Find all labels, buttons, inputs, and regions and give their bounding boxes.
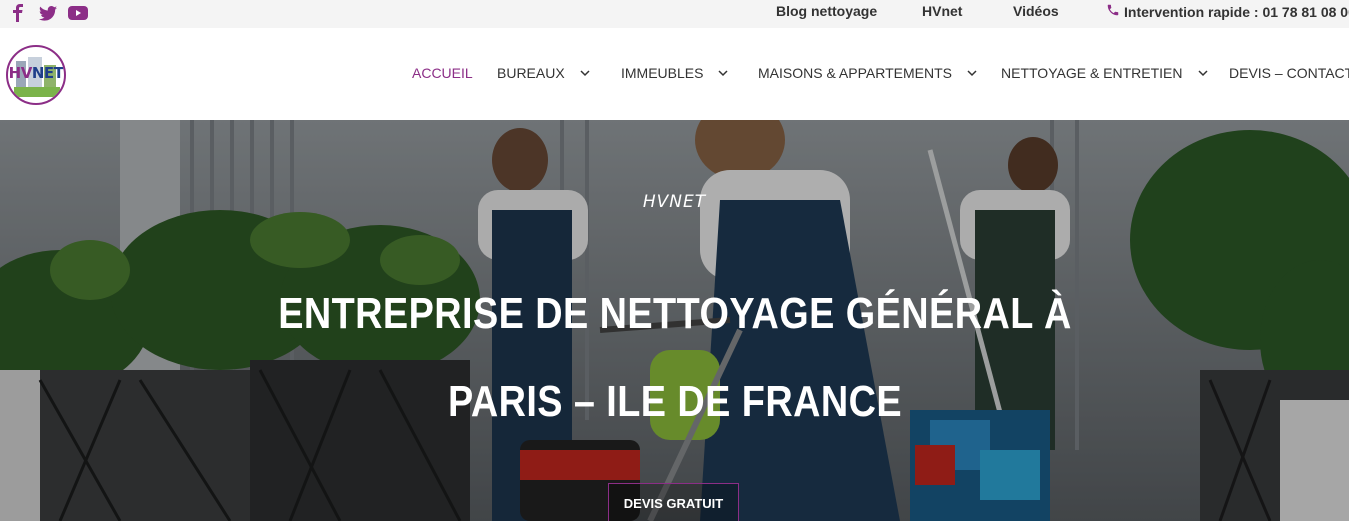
nav-item-label: NETTOYAGE & ENTRETIEN xyxy=(1001,65,1183,81)
nav-item-immeubles[interactable]: IMMEUBLES xyxy=(621,65,729,81)
facebook-icon[interactable] xyxy=(8,3,28,23)
nav-item-label: IMMEUBLES xyxy=(621,65,704,81)
nav-item-nettoyage[interactable]: NETTOYAGE & ENTRETIEN xyxy=(1001,65,1209,81)
hero-eyebrow: HVNET xyxy=(642,192,707,212)
chevron-down-icon xyxy=(580,70,590,77)
logo-text: HVNET xyxy=(8,64,64,82)
main-header: HVNET ACCUEIL BUREAUX IMMEUBLES MAISONS … xyxy=(0,28,1349,120)
topbar-link-videos[interactable]: Vidéos xyxy=(1013,3,1059,19)
nav-item-maisons[interactable]: MAISONS & APPARTEMENTS xyxy=(758,65,978,81)
nav-item-devis-contact[interactable]: DEVIS – CONTACT xyxy=(1229,65,1349,81)
hero-banner: HVNET ENTREPRISE DE NETTOYAGE GÉNÉRAL À … xyxy=(0,120,1349,521)
hero-headline: ENTREPRISE DE NETTOYAGE GÉNÉRAL À PARIS … xyxy=(278,289,1072,426)
topbar-link-blog[interactable]: Blog nettoyage xyxy=(776,3,877,19)
top-bar: Blog nettoyage HVnet Vidéos Intervention… xyxy=(0,0,1349,28)
phone-label: Intervention rapide : 01 78 81 08 00 xyxy=(1124,3,1349,20)
phone-contact[interactable]: Intervention rapide : 01 78 81 08 00 xyxy=(1106,3,1349,20)
twitter-icon[interactable] xyxy=(38,3,58,23)
nav-item-label: MAISONS & APPARTEMENTS xyxy=(758,65,952,81)
nav-item-label: BUREAUX xyxy=(497,65,565,81)
chevron-down-icon xyxy=(1197,70,1208,77)
devis-gratuit-button[interactable]: DEVIS GRATUIT xyxy=(608,483,739,521)
nav-item-label: ACCUEIL xyxy=(412,65,473,81)
chevron-down-icon xyxy=(967,70,977,77)
logo[interactable]: HVNET xyxy=(6,45,66,105)
youtube-icon[interactable] xyxy=(68,3,88,23)
social-links xyxy=(8,3,88,23)
nav-item-label: DEVIS – CONTACT xyxy=(1229,65,1349,81)
chevron-down-icon xyxy=(718,70,728,77)
nav-item-bureaux[interactable]: BUREAUX xyxy=(497,65,591,81)
topbar-link-hvnet[interactable]: HVnet xyxy=(922,3,962,19)
phone-icon xyxy=(1106,3,1120,20)
nav-item-accueil[interactable]: ACCUEIL xyxy=(412,65,473,81)
